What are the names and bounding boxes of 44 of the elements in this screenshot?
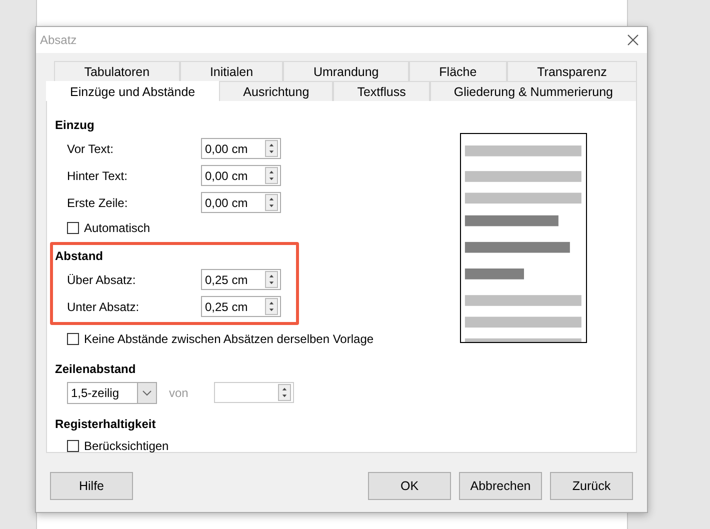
- close-icon[interactable]: [627, 34, 639, 46]
- field-label: Erste Zeile:: [67, 196, 129, 210]
- spin-arrows-icon[interactable]: [265, 194, 278, 211]
- dialog-button[interactable]: Zurück: [550, 472, 633, 500]
- tab[interactable]: Ausrichtung: [219, 81, 334, 101]
- checkbox[interactable]: [67, 440, 79, 452]
- field-label: Unter Absatz:: [67, 300, 140, 314]
- section-heading: Abstand: [55, 248, 104, 265]
- tab[interactable]: Fläche: [408, 61, 507, 81]
- spin-field[interactable]: 0,25 cm: [201, 269, 281, 290]
- field-label: Über Absatz:: [67, 272, 137, 286]
- tab[interactable]: Textfluss: [333, 81, 430, 101]
- window-title: Absatz: [40, 33, 77, 47]
- section-heading: Registerhaltigkeit: [55, 416, 157, 433]
- spin-arrows-icon[interactable]: [265, 167, 278, 184]
- spin-arrows-icon[interactable]: [278, 384, 291, 401]
- dialog-button[interactable]: OK: [368, 472, 451, 500]
- tab[interactable]: Transparenz: [506, 61, 638, 81]
- checkbox-label: Keine Abstände zwischen Absätzen derselben Vorlage: [84, 332, 374, 346]
- field-label: von: [168, 386, 190, 400]
- tab[interactable]: Gliederung & Nummerierung: [430, 81, 637, 101]
- spin-field[interactable]: [214, 382, 294, 403]
- tab[interactable]: Initialen: [180, 61, 284, 81]
- dialog-button[interactable]: Abbrechen: [459, 472, 542, 500]
- spin-arrows-icon[interactable]: [265, 271, 278, 288]
- field-label: Hinter Text:: [67, 168, 128, 182]
- checkbox[interactable]: [67, 222, 79, 234]
- tab[interactable]: Umrandung: [283, 61, 409, 81]
- tab[interactable]: Einzüge und Abstände: [46, 81, 220, 101]
- spin-field[interactable]: 0,25 cm: [201, 296, 281, 317]
- spin-arrows-icon[interactable]: [265, 140, 278, 157]
- spin-arrows-icon[interactable]: [265, 298, 278, 315]
- spin-field[interactable]: 0,00 cm: [201, 192, 281, 213]
- section-heading: Einzug: [55, 117, 96, 134]
- chevron-icon[interactable]: [137, 382, 156, 402]
- section-heading: Zeilenabstand: [55, 361, 137, 378]
- spin-field[interactable]: 0,00 cm: [201, 138, 281, 159]
- spin-field[interactable]: 0,00 cm: [201, 165, 281, 186]
- checkbox[interactable]: [67, 333, 79, 345]
- dialog-button[interactable]: Hilfe: [50, 472, 133, 500]
- checkbox-label: Automatisch: [84, 221, 150, 235]
- field-label: Vor Text:: [67, 142, 114, 156]
- checkbox-label: Berücksichtigen: [84, 439, 169, 453]
- tab[interactable]: Tabulatoren: [54, 61, 180, 81]
